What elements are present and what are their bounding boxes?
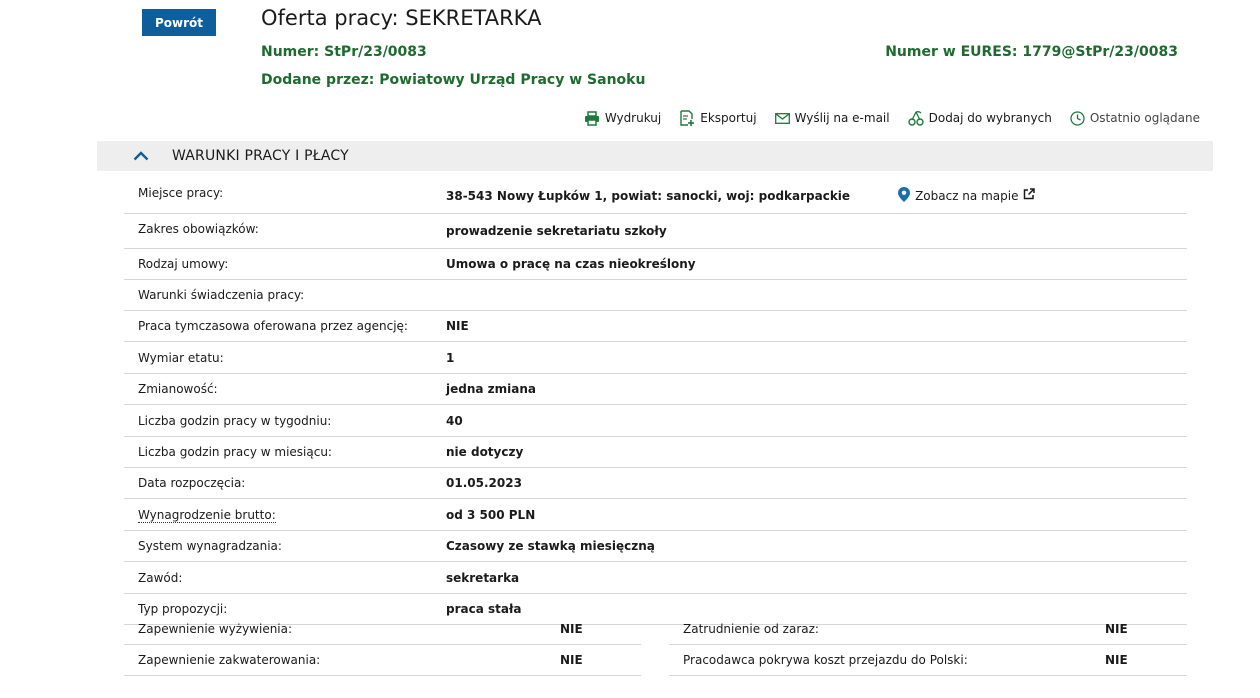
eures-number-value: 1779@StPr/23/0083 [1022, 44, 1178, 60]
split-cell-right: Zatrudnienie od zaraz: NIE [669, 614, 1187, 645]
row-key: Liczba godzin pracy w tygodniu: [138, 413, 332, 428]
offer-number-label: Numer: [261, 44, 320, 60]
row-value: NIE [446, 319, 469, 333]
salary-tooltip-label[interactable]: Wynagrodzenie brutto: [138, 507, 276, 523]
row-value: sekretarka [446, 570, 520, 585]
table-row: System wynagradzania: Czasowy ze stawką … [124, 531, 1187, 562]
row-key: Praca tymczasowa oferowana przez agencję… [138, 319, 408, 333]
email-button[interactable]: Wyślij na e-mail [774, 110, 890, 126]
action-toolbar: Wydrukuj Eksportuj Wyślij na e-mail Doda… [584, 110, 1200, 126]
export-label: Eksportuj [700, 111, 757, 125]
section-title: WARUNKI PRACY I PŁACY [172, 148, 349, 164]
row-key: Zapewnienie zakwaterowania: [138, 653, 321, 667]
row-key: Wymiar etatu: [138, 350, 224, 365]
row-value: 38-543 Nowy Łupków 1, powiat: sanocki, w… [446, 188, 851, 203]
added-by-label: Dodane przez: [261, 72, 375, 88]
row-key: Warunki świadczenia pracy: [138, 288, 305, 302]
mail-icon [774, 112, 790, 124]
row-key: Zakres obowiązków: [138, 222, 259, 236]
split-cell-right: Pracodawca pokrywa koszt przejazdu do Po… [669, 645, 1187, 676]
offer-number-value: StPr/23/0083 [324, 44, 427, 60]
row-value: 1 [446, 350, 455, 365]
table-row: Rodzaj umowy: Umowa o pracę na czas nieo… [124, 249, 1187, 280]
show-on-map-link[interactable]: Zobacz na mapie [898, 186, 1036, 205]
table-row: Zmianowość: jedna zmiana [124, 374, 1187, 405]
external-link-icon [1023, 188, 1036, 203]
row-value: 40 [446, 413, 463, 428]
row-key: Liczba godzin pracy w miesiącu: [138, 445, 332, 459]
table-row: Warunki świadczenia pracy: [124, 280, 1187, 311]
row-key: System wynagradzania: [138, 539, 282, 553]
row-key[interactable]: Wynagrodzenie brutto: [124, 507, 446, 523]
table-row: Wynagrodzenie brutto: od 3 500 PLN [124, 499, 1187, 531]
recently-viewed-label: Ostatnio oglądane [1089, 111, 1200, 125]
row-key: Zapewnienie wyżywienia: [138, 622, 293, 636]
eures-number: Numer w EURES: 1779@StPr/23/0083 [885, 44, 1178, 60]
row-value: nie dotyczy [446, 445, 524, 459]
row-value: NIE [560, 622, 583, 636]
row-key: Data rozpoczęcia: [138, 476, 246, 490]
row-value: Umowa o pracę na czas nieokreślony [446, 257, 696, 271]
add-favorites-label: Dodaj do wybranych [928, 111, 1052, 125]
added-by-value: Powiatowy Urząd Pracy w Sanoku [379, 72, 646, 88]
chevron-up-icon[interactable] [133, 149, 151, 163]
back-button[interactable]: Powrót [142, 9, 216, 36]
row-key: Zmianowość: [138, 382, 218, 396]
split-cell-left: Zapewnienie zakwaterowania: NIE [124, 645, 641, 676]
row-key: Zawód: [138, 570, 183, 585]
table-row: Liczba godzin pracy w tygodniu: 40 [124, 405, 1187, 437]
print-label: Wydrukuj [604, 111, 662, 125]
row-value: NIE [560, 653, 583, 667]
row-value: Czasowy ze stawką miesięczną [446, 539, 655, 553]
conditions-table: Miejsce pracy: 38-543 Nowy Łupków 1, pow… [124, 178, 1187, 625]
table-row: Wymiar etatu: 1 [124, 342, 1187, 374]
split-cell-left: Zapewnienie wyżywienia: NIE [124, 614, 641, 645]
table-row: Miejsce pracy: 38-543 Nowy Łupków 1, pow… [124, 178, 1187, 214]
row-value: 01.05.2023 [446, 476, 522, 490]
clock-icon [1070, 110, 1085, 126]
added-by: Dodane przez: Powiatowy Urząd Pracy w Sa… [261, 72, 645, 88]
page-title: Oferta pracy: SEKRETARKA [261, 6, 542, 30]
row-key: Zatrudnienie od zaraz: [683, 622, 819, 636]
row-value: NIE [1105, 622, 1128, 636]
table-row: Liczba godzin pracy w miesiącu: nie doty… [124, 437, 1187, 468]
row-key: Rodzaj umowy: [138, 257, 229, 271]
print-button[interactable]: Wydrukuj [584, 110, 661, 126]
cherries-icon [907, 110, 924, 126]
show-on-map-label: Zobacz na mapie [915, 188, 1019, 203]
table-row: Data rozpoczęcia: 01.05.2023 [124, 468, 1187, 499]
export-button[interactable]: Eksportuj [679, 110, 757, 126]
add-favorites-button[interactable]: Dodaj do wybranych [907, 110, 1052, 126]
section-header[interactable]: WARUNKI PRACY I PŁACY [97, 141, 1213, 171]
row-key: Pracodawca pokrywa koszt przejazdu do Po… [683, 653, 968, 667]
offer-number: Numer: StPr/23/0083 [261, 44, 427, 60]
split-row: Zapewnienie wyżywienia: NIE Zatrudnienie… [124, 614, 1187, 645]
recently-viewed-button[interactable]: Ostatnio oglądane [1070, 110, 1200, 126]
split-row: Zapewnienie zakwaterowania: NIE Pracodaw… [124, 645, 1187, 676]
row-value: NIE [1105, 653, 1128, 667]
eures-number-label: Numer w EURES: [885, 44, 1018, 60]
row-value: jedna zmiana [446, 382, 536, 396]
table-row: Praca tymczasowa oferowana przez agencję… [124, 311, 1187, 342]
export-icon [679, 110, 695, 126]
table-row: Zakres obowiązków: prowadzenie sekretari… [124, 214, 1187, 249]
row-value: od 3 500 PLN [446, 507, 536, 522]
table-row: Zawód: sekretarka [124, 562, 1187, 594]
row-value: prowadzenie sekretariatu szkoły [446, 224, 667, 238]
printer-icon [584, 110, 600, 126]
row-key: Miejsce pracy: [138, 185, 224, 200]
map-pin-icon [898, 186, 911, 205]
email-label: Wyślij na e-mail [794, 111, 890, 125]
